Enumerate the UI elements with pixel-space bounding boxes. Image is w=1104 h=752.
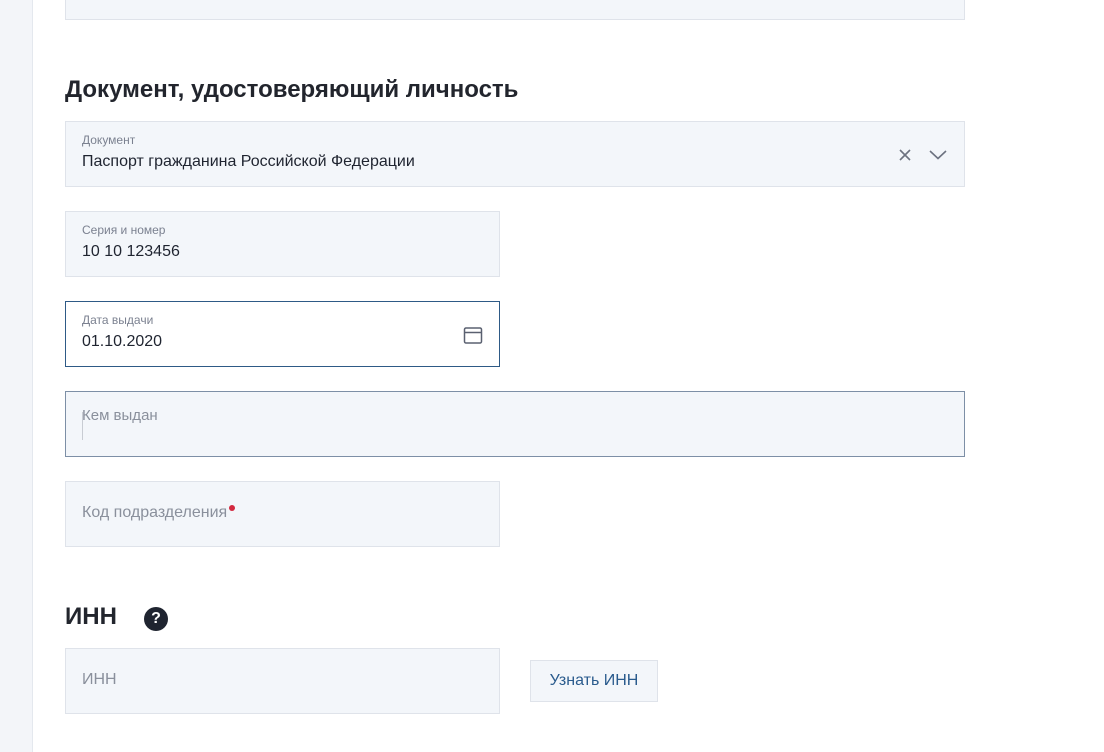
inn-field[interactable]: ИНН [65,648,500,714]
document-select-label: Документ [82,133,136,147]
division-code-placeholder: Код подразделения [82,504,236,522]
division-code-field[interactable]: Код подразделения [65,481,500,547]
left-rail [0,0,33,752]
document-select[interactable]: Документ Паспорт гражданина Российской Ф… [65,121,965,187]
issue-date-value: 01.10.2020 [82,333,163,350]
identity-section-title: Документ, удостоверяющий личность [65,76,519,103]
series-number-field[interactable]: Серия и номер 10 10 123456 [65,211,500,277]
issued-by-field[interactable]: Кем выдан [65,391,965,457]
series-number-value: 10 10 123456 [82,243,180,260]
close-icon[interactable] [896,146,914,164]
required-indicator [229,505,236,511]
inn-placeholder: ИНН [82,671,117,688]
division-code-placeholder-text: Код подразделения [82,504,228,521]
inn-section-title: ИНН [65,603,117,630]
help-icon[interactable]: ? [144,607,168,631]
document-select-value: Паспорт гражданина Российской Федерации [82,153,415,170]
issue-date-field[interactable]: Дата выдачи 01.10.2020 [65,301,500,367]
issued-by-placeholder: Кем выдан [82,407,158,424]
chevron-down-icon[interactable] [928,146,948,164]
series-number-label: Серия и номер [82,223,166,237]
calendar-icon[interactable] [462,324,484,346]
previous-field[interactable] [65,0,965,20]
issue-date-label: Дата выдачи [82,313,154,327]
find-inn-button[interactable]: Узнать ИНН [530,660,658,702]
